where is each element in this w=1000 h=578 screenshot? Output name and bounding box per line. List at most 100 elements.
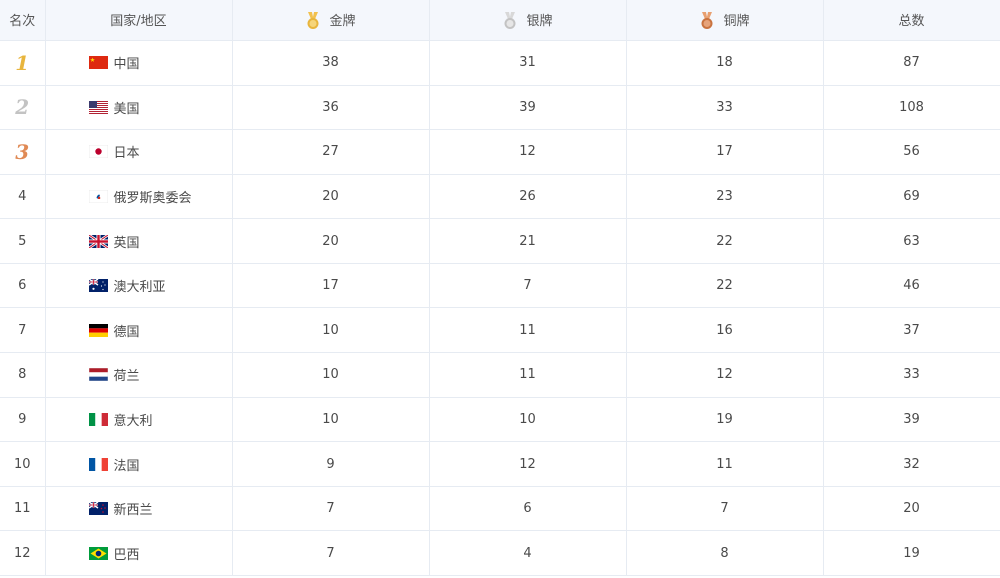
silver-count: 12: [429, 129, 627, 175]
rank-cell: 3: [0, 129, 46, 175]
table-row[interactable]: 7 德国 10 11 16 37: [0, 307, 1000, 354]
rank-value: 10: [13, 456, 31, 472]
australia-flag-icon: [88, 279, 108, 293]
bronze-count: 16: [626, 307, 824, 354]
table-row[interactable]: 5 英国 20 21 22 63: [0, 218, 1000, 264]
country-cell: 荷兰: [45, 352, 233, 398]
silver-count: 31: [429, 40, 627, 86]
gold-count: 7: [232, 486, 430, 532]
italy-flag-icon: [88, 412, 108, 426]
usa-flag-icon: [88, 100, 108, 114]
bronze-count: 19: [626, 397, 824, 443]
country-cell: 中国: [45, 40, 233, 86]
rank-3-icon: 3: [15, 139, 30, 164]
silver-count: 4: [429, 530, 627, 577]
table-row[interactable]: 10 法国 9 12 11 32: [0, 441, 1000, 487]
table-row[interactable]: 8 荷兰 10 11 12 33: [0, 352, 1000, 398]
bronze-count: 23: [626, 174, 824, 220]
table-row[interactable]: 11 新西兰 7 6 7 20: [0, 486, 1000, 532]
header-silver-label: 银牌: [526, 13, 553, 29]
total-count: 87: [823, 40, 1000, 86]
france-flag-icon: [88, 457, 108, 471]
bronze-count: 8: [626, 530, 824, 577]
header-bronze[interactable]: 铜牌: [626, 0, 824, 41]
rank-value: 8: [18, 367, 27, 383]
rank-value: 7: [18, 322, 27, 338]
rank-value: 6: [18, 278, 27, 294]
country-name: 新西兰: [113, 503, 153, 519]
china-flag-icon: [88, 56, 108, 69]
silver-count: 10: [429, 397, 627, 443]
header-silver[interactable]: 银牌: [429, 0, 627, 41]
silver-count: 11: [429, 307, 627, 354]
country-name: 意大利: [113, 413, 153, 429]
silver-count: 26: [429, 174, 627, 220]
total-count: 20: [823, 486, 1000, 532]
header-rank[interactable]: 名次: [0, 0, 46, 41]
country-name: 澳大利亚: [113, 280, 166, 296]
japan-flag-icon: [88, 145, 108, 159]
rank-value: 11: [13, 501, 31, 517]
table-row[interactable]: 6 澳大利亚 17 7 22 46: [0, 263, 1000, 309]
country-cell: 巴西: [45, 530, 233, 577]
silver-count: 11: [429, 352, 627, 398]
rank-value: 12: [13, 545, 31, 561]
header-row: 名次 国家/地区 金牌 银牌 铜牌 总数: [0, 0, 1000, 41]
gold-count: 27: [232, 129, 430, 175]
table-row[interactable]: 12 巴西 7 4 8 19: [0, 530, 1000, 577]
total-count: 33: [823, 352, 1000, 398]
rank-cell: 6: [0, 263, 46, 309]
silver-medal-icon: [502, 12, 518, 30]
rank-value: 4: [18, 188, 27, 204]
total-count: 108: [823, 85, 1000, 131]
country-name: 美国: [113, 101, 140, 117]
gold-count: 36: [232, 85, 430, 131]
table-row[interactable]: 2 美国 36 39 33 108: [0, 85, 1000, 131]
rank-cell: 5: [0, 218, 46, 264]
roc-flag-icon: [88, 189, 108, 203]
bronze-medal-icon: [699, 12, 715, 30]
silver-count: 7: [429, 263, 627, 309]
header-total[interactable]: 总数: [823, 0, 1000, 41]
header-gold[interactable]: 金牌: [232, 0, 430, 41]
country-name: 法国: [113, 458, 140, 474]
rank-cell: 9: [0, 397, 46, 443]
rank-cell: 11: [0, 486, 46, 532]
country-cell: 英国: [45, 218, 233, 264]
bronze-count: 33: [626, 85, 824, 131]
table-row[interactable]: 4 俄罗斯奥委会 20 26 23 69: [0, 174, 1000, 220]
rank-cell: 8: [0, 352, 46, 398]
table-row[interactable]: 3 日本 27 12 17 56: [0, 129, 1000, 175]
silver-count: 6: [429, 486, 627, 532]
country-cell: 美国: [45, 85, 233, 131]
country-name: 俄罗斯奥委会: [113, 190, 192, 206]
country-cell: 日本: [45, 129, 233, 175]
total-count: 63: [823, 218, 1000, 264]
bronze-count: 7: [626, 486, 824, 532]
rank-cell: 12: [0, 530, 46, 577]
germany-flag-icon: [88, 323, 108, 337]
total-count: 32: [823, 441, 1000, 487]
gold-count: 20: [232, 174, 430, 220]
gold-count: 10: [232, 397, 430, 443]
country-name: 英国: [113, 235, 140, 251]
medal-table: 名次 国家/地区 金牌 银牌 铜牌 总数 1 中国 38 31 18 87 2 美国 36 39 3…: [0, 0, 1000, 577]
bronze-count: 12: [626, 352, 824, 398]
country-cell: 德国: [45, 307, 233, 354]
header-country[interactable]: 国家/地区: [45, 0, 233, 41]
rank-cell: 1: [0, 40, 46, 86]
rank-1-icon: 1: [15, 50, 30, 75]
country-cell: 新西兰: [45, 486, 233, 532]
gold-count: 38: [232, 40, 430, 86]
gold-count: 7: [232, 530, 430, 577]
bronze-count: 18: [626, 40, 824, 86]
table-row[interactable]: 1 中国 38 31 18 87: [0, 40, 1000, 86]
total-count: 56: [823, 129, 1000, 175]
country-name: 日本: [113, 146, 140, 162]
netherlands-flag-icon: [88, 368, 108, 382]
table-row[interactable]: 9 意大利 10 10 19 39: [0, 397, 1000, 443]
total-count: 19: [823, 530, 1000, 577]
silver-count: 21: [429, 218, 627, 264]
bronze-count: 17: [626, 129, 824, 175]
total-count: 39: [823, 397, 1000, 443]
